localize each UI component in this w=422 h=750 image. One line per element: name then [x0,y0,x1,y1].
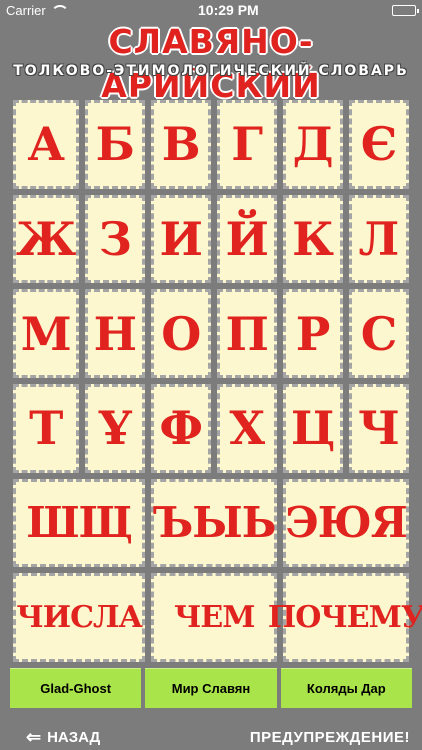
app-screen: Carrier 10:29 PM СЛАВЯНО-АРИЙСКИЙ ТОЛКОВ… [0,0,422,750]
letter-group-tile[interactable]: ЪЫЬ [151,478,278,568]
letter-tile[interactable]: Н [85,289,146,378]
letter-group-tile[interactable]: ШЩ [13,478,146,568]
letter-tile[interactable]: Ұ [85,383,146,473]
letter-tile[interactable]: Х [217,383,278,473]
letter-tile[interactable]: И [151,194,212,284]
carrier-label: Carrier [6,2,46,18]
letter-tile[interactable]: М [13,289,80,378]
letter-tile[interactable]: В [151,100,212,189]
warning-button[interactable]: ПРЕДУПРЕЖДЕНИЕ! [250,729,410,746]
letter-tile[interactable]: П [217,289,278,378]
letter-tile[interactable]: Р [283,289,344,378]
letter-tile[interactable]: А [13,100,80,189]
letter-group-tile[interactable]: ЭЮЯ [283,478,409,568]
letter-tile[interactable]: Д [283,100,344,189]
links-row: Glad-Ghost Мир Славян Коляды Дар [10,668,412,708]
app-subtitle: ТОЛКОВО-ЭТИМОЛОГИЧЕСКИЙ СЛОВАРЬ [13,63,409,79]
letter-tile[interactable]: Ц [283,383,344,473]
letter-tile[interactable]: З [85,194,146,284]
letter-tile[interactable]: Т [13,383,80,473]
what-tile[interactable]: ЧЕМ [151,573,278,662]
battery-icon [392,4,419,16]
status-bar: Carrier 10:29 PM [0,0,422,20]
kolyady-dar-button[interactable]: Коляды Дар [280,668,412,708]
status-left: Carrier [6,2,69,18]
letter-tile[interactable]: Ч [349,383,409,473]
app-title: СЛАВЯНО-АРИЙСКИЙ [101,22,321,105]
arrow-left-icon: ⇐ [26,727,42,747]
letter-grid: А Б В Г Д Є Ж З И Й К Л М Н О П Р С Т Ұ … [10,97,422,665]
mir-slavyan-button[interactable]: Мир Славян [145,668,277,708]
letter-tile[interactable]: Б [85,100,146,189]
status-time: 10:29 PM [198,2,259,18]
letter-tile[interactable]: Є [349,100,409,189]
glad-ghost-button[interactable]: Glad-Ghost [10,668,142,708]
letter-tile[interactable]: Й [217,194,278,284]
back-label: НАЗАД [47,728,101,746]
back-button[interactable]: ⇐ НАЗАД [26,728,100,746]
letter-tile[interactable]: Г [217,100,278,189]
letter-tile[interactable]: К [283,194,344,284]
letter-tile[interactable]: Ж [13,194,80,284]
wifi-icon [50,5,69,15]
why-tile[interactable]: ПОЧЕМУ [268,573,422,662]
letter-tile[interactable]: Ф [151,383,212,473]
bottom-bar: ⇐ НАЗАД ПРЕДУПРЕЖДЕНИЕ! [0,724,422,750]
letter-tile[interactable]: С [349,289,409,378]
numbers-tile[interactable]: ЧИСЛА [13,573,146,662]
letter-tile[interactable]: Л [349,194,409,284]
letter-tile[interactable]: О [151,289,212,378]
